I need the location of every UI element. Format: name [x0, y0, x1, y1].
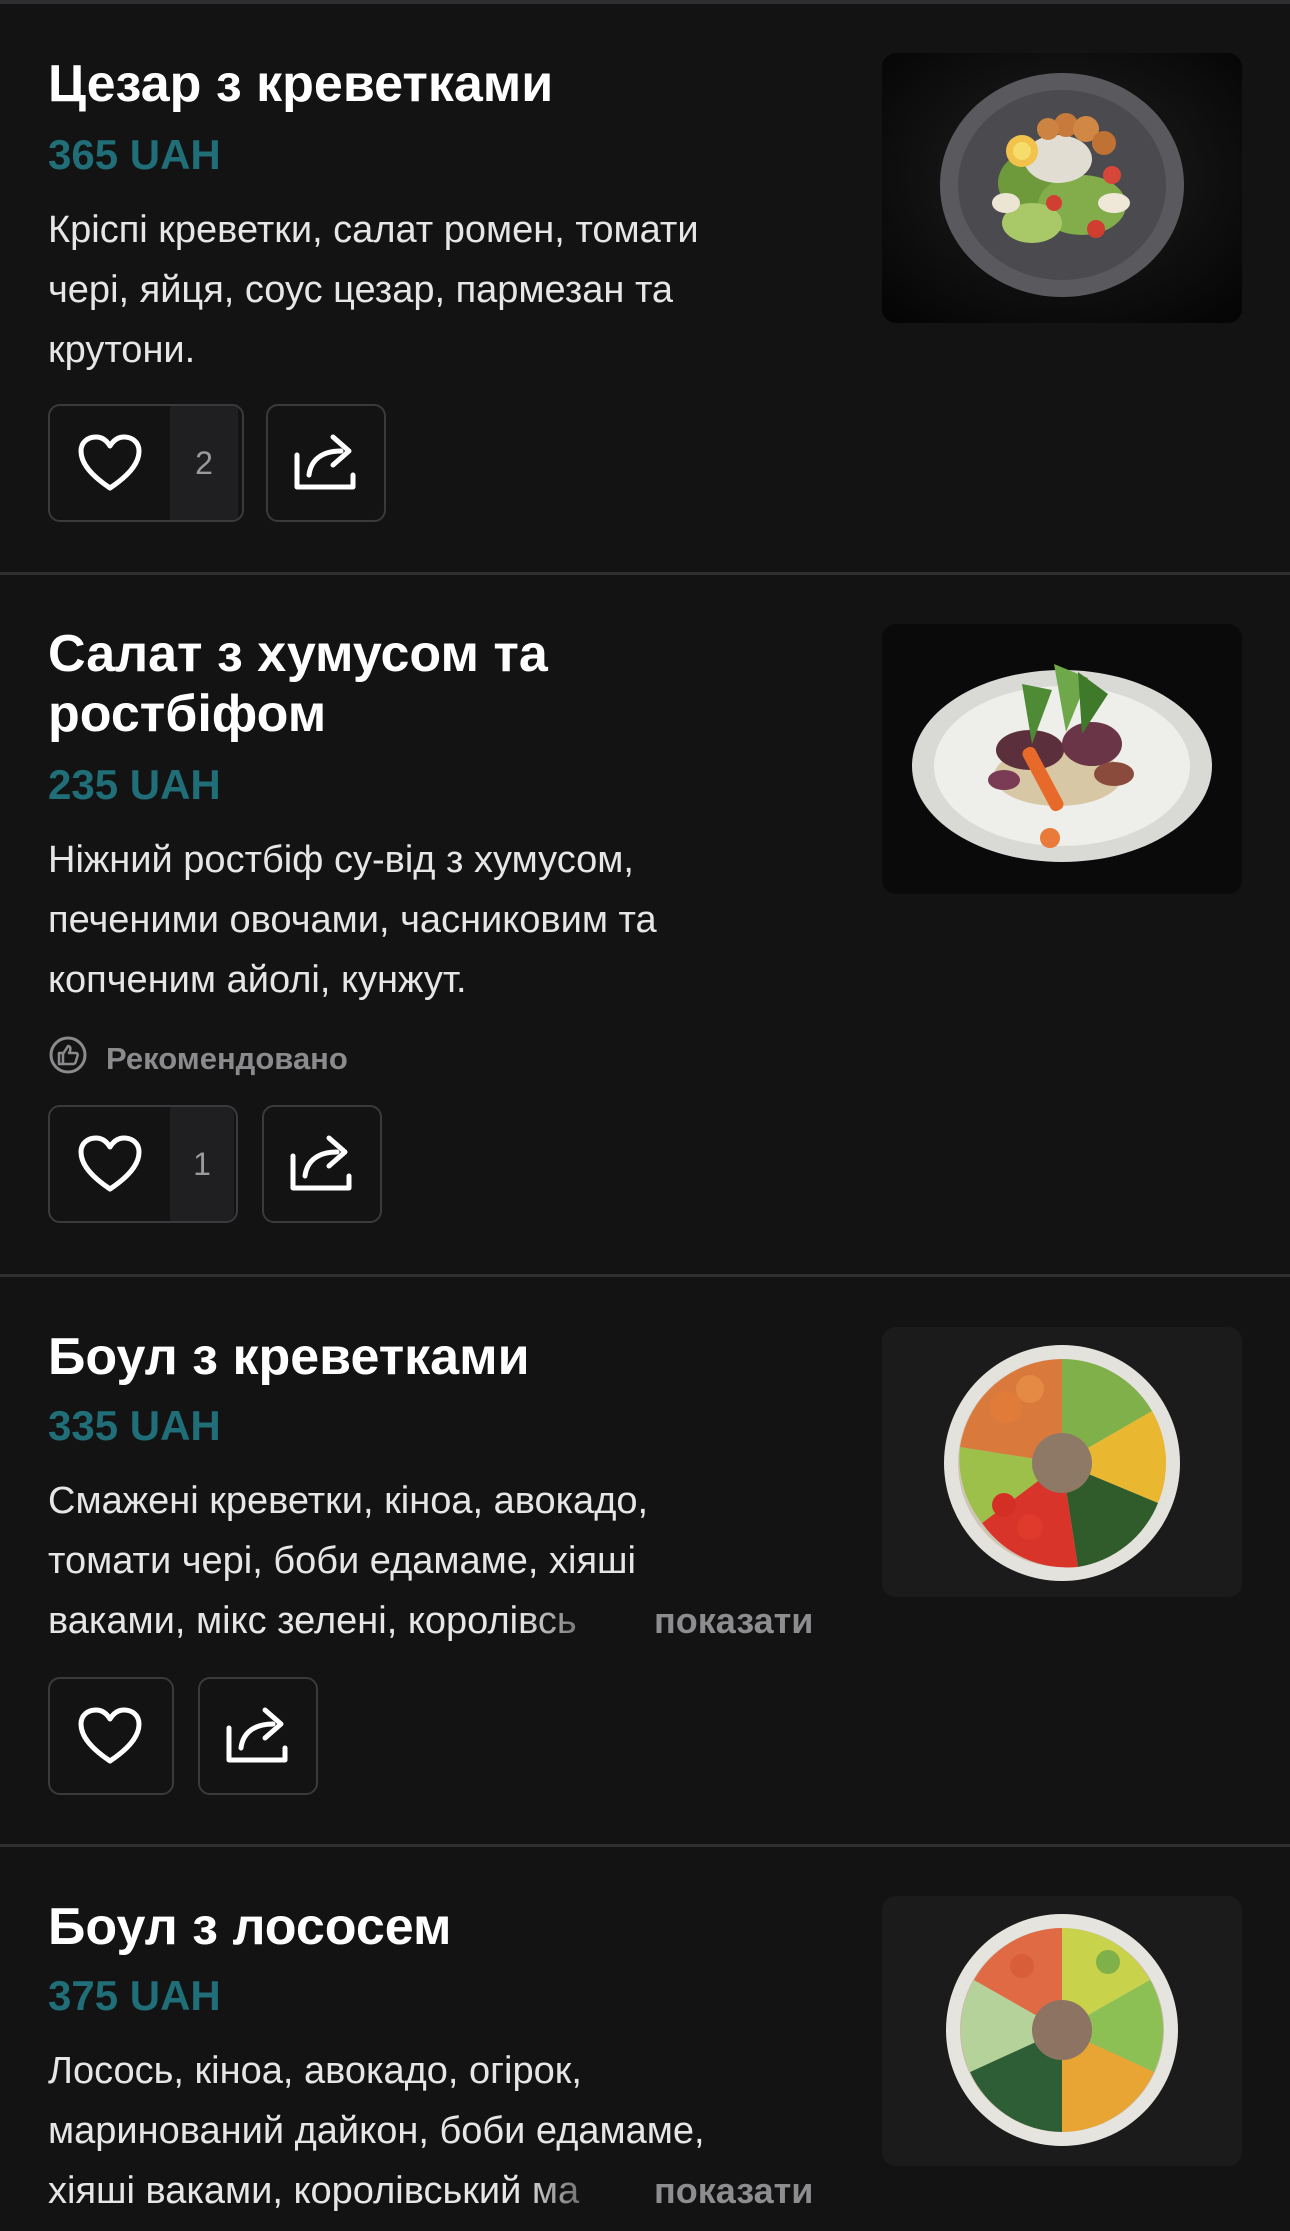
like-button[interactable]: 2 — [48, 404, 244, 522]
item-price: 365 UAH — [48, 131, 221, 178]
item-photo[interactable] — [882, 624, 1242, 894]
item-price: 335 UAH — [48, 1402, 221, 1449]
heart-icon — [50, 1679, 170, 1793]
menu-item-salmon-bowl[interactable]: Боул з лососем 375 UAH Лосось, кіноа, ав… — [0, 1844, 1290, 2231]
share-icon — [293, 431, 359, 496]
item-title: Боул з креветками — [48, 1328, 530, 1386]
share-button[interactable] — [262, 1105, 382, 1223]
item-description: Ніжний ростбіф су-від з хумусом, печеним… — [48, 839, 657, 1001]
item-title: Цезар з креветками — [48, 55, 554, 113]
heart-icon — [50, 1107, 170, 1221]
menu-item-caesar[interactable]: Цезар з креветками 365 UAH Кріспі кревет… — [0, 2, 1290, 574]
item-price: 375 UAH — [48, 1972, 221, 2019]
menu-item-hummus-roastbeef[interactable]: Салат з хумусом та ростбіфом 235 UAH Ніж… — [0, 572, 1290, 1276]
item-photo[interactable] — [882, 1327, 1242, 1597]
thumbs-up-icon — [48, 1035, 106, 1083]
like-button[interactable]: 1 — [48, 1105, 238, 1223]
show-more-link[interactable]: показати — [654, 2161, 813, 2221]
share-button[interactable] — [266, 404, 386, 522]
item-photo[interactable] — [882, 53, 1242, 323]
share-button[interactable] — [198, 1677, 318, 1795]
share-icon — [225, 1704, 291, 1769]
item-title: Салат з хумусом та ростбіфом — [48, 625, 548, 743]
share-icon — [289, 1132, 355, 1197]
like-button[interactable] — [48, 1677, 174, 1795]
recommended-badge: Рекомендовано — [48, 1035, 348, 1083]
badge-label: Рекомендовано — [106, 1041, 348, 1076]
item-price: 235 UAH — [48, 761, 221, 808]
heart-icon — [50, 406, 170, 520]
show-more-link[interactable]: показати — [654, 1591, 813, 1651]
like-count: 2 — [170, 406, 238, 520]
like-count: 1 — [170, 1107, 234, 1221]
menu-item-shrimp-bowl[interactable]: Боул з креветками 335 UAH Смажені кревет… — [0, 1274, 1290, 1846]
item-title: Боул з лососем — [48, 1898, 452, 1956]
item-photo[interactable] — [882, 1896, 1242, 2166]
item-description: Кріспі креветки, салат ромен, томати чер… — [48, 209, 699, 371]
